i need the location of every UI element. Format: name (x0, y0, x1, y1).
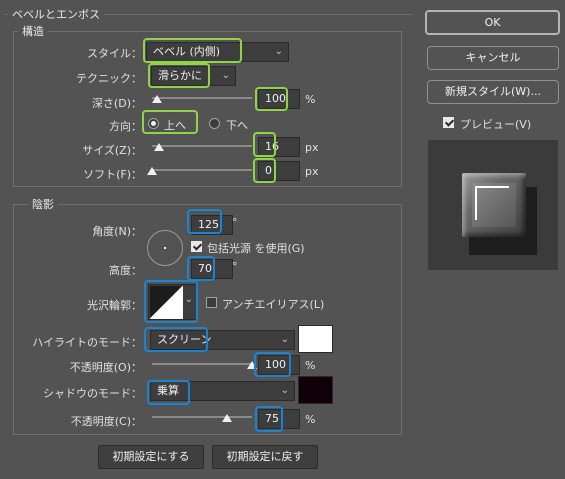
new-style-button[interactable]: 新規スタイル(W)... (427, 80, 559, 104)
soften-slider-track[interactable] (152, 169, 252, 171)
size-unit: px (305, 141, 319, 154)
anti-alias-checkbox[interactable] (206, 297, 217, 308)
highlight-opacity-highlight (254, 352, 291, 377)
soften-label: ソフト(F)： (83, 168, 142, 181)
technique-highlight (148, 63, 210, 88)
direction-down-label[interactable]: 下へ (226, 117, 248, 133)
soften-unit: px (305, 165, 319, 178)
direction-highlight (142, 110, 198, 134)
highlight-opacity-unit: % (305, 359, 316, 372)
depth-slider-thumb[interactable] (152, 95, 162, 103)
chevron-down-icon: ⌄ (280, 334, 289, 345)
soften-highlight (253, 158, 276, 183)
preview-label[interactable]: プレビュー(V) (460, 116, 531, 132)
direction-down-radio[interactable] (209, 118, 220, 129)
shading-title: 陰影 (28, 196, 58, 212)
size-highlight (253, 132, 276, 157)
make-default-button[interactable]: 初期設定にする (98, 445, 204, 469)
preview-highlight-edge-vertical (475, 186, 477, 220)
technique-label: テクニック： (76, 72, 142, 85)
group-title: ベベルとエンボス (8, 6, 104, 22)
reset-default-button[interactable]: 初期設定に戻す (212, 445, 318, 469)
gloss-contour-highlight (144, 280, 198, 323)
style-highlight (143, 38, 242, 63)
altitude-unit: ° (232, 260, 238, 273)
highlight-opacity-track[interactable] (152, 363, 252, 365)
chevron-down-icon: ⌄ (274, 46, 283, 57)
global-light-checkbox[interactable] (191, 241, 202, 252)
angle-dial-center (164, 247, 166, 249)
anti-alias-label[interactable]: アンチエイリアス(L) (222, 296, 324, 312)
global-light-label[interactable]: 包括光源 を使用(G) (207, 240, 305, 256)
highlight-color-swatch[interactable] (298, 325, 333, 353)
angle-highlight (187, 209, 222, 234)
size-label: サイズ(Z)： (82, 144, 142, 157)
highlight-opacity-label: 不透明度(O)： (69, 361, 142, 374)
size-slider-track[interactable] (152, 145, 252, 147)
angle-dial[interactable] (147, 230, 183, 266)
gloss-contour-label: 光沢輪郭： (87, 299, 142, 312)
depth-unit: % (305, 93, 316, 106)
soften-slider-thumb[interactable] (147, 167, 157, 175)
chevron-down-icon: ⌄ (280, 385, 289, 396)
preview-inner-face (472, 183, 516, 227)
structure-title: 構造 (18, 23, 48, 39)
depth-slider-track[interactable] (152, 97, 252, 99)
preview-highlight-edge (475, 186, 509, 188)
direction-label: 方向： (109, 120, 142, 133)
angle-unit: ° (232, 216, 238, 229)
highlight-mode-label: ハイライトのモード： (32, 336, 142, 349)
shadow-color-swatch[interactable] (298, 376, 333, 404)
cancel-button[interactable]: キャンセル (427, 46, 559, 70)
shadow-mode-highlight (147, 380, 190, 405)
depth-label: 深さ(D)： (91, 97, 142, 110)
angle-label: 角度(N)： (92, 225, 142, 238)
style-label: スタイル： (87, 47, 142, 60)
shadow-opacity-label: 不透明度(C)： (70, 415, 142, 428)
shadow-opacity-track[interactable] (152, 416, 252, 418)
preview-bevel-square (462, 173, 526, 237)
altitude-highlight (187, 256, 215, 281)
chevron-down-icon: ⌄ (221, 70, 230, 81)
altitude-label: 高度： (109, 264, 142, 277)
style-preview-thumbnail (428, 140, 558, 270)
ok-button[interactable]: OK (425, 10, 560, 35)
shadow-opacity-unit: % (305, 413, 316, 426)
shadow-mode-label: シャドウのモード： (43, 387, 142, 400)
shadow-opacity-thumb[interactable] (222, 414, 232, 422)
highlight-mode-highlight (144, 327, 208, 352)
preview-checkbox[interactable] (443, 117, 454, 128)
depth-highlight (255, 87, 288, 111)
shadow-opacity-highlight (255, 406, 283, 432)
size-slider-thumb[interactable] (154, 143, 164, 151)
